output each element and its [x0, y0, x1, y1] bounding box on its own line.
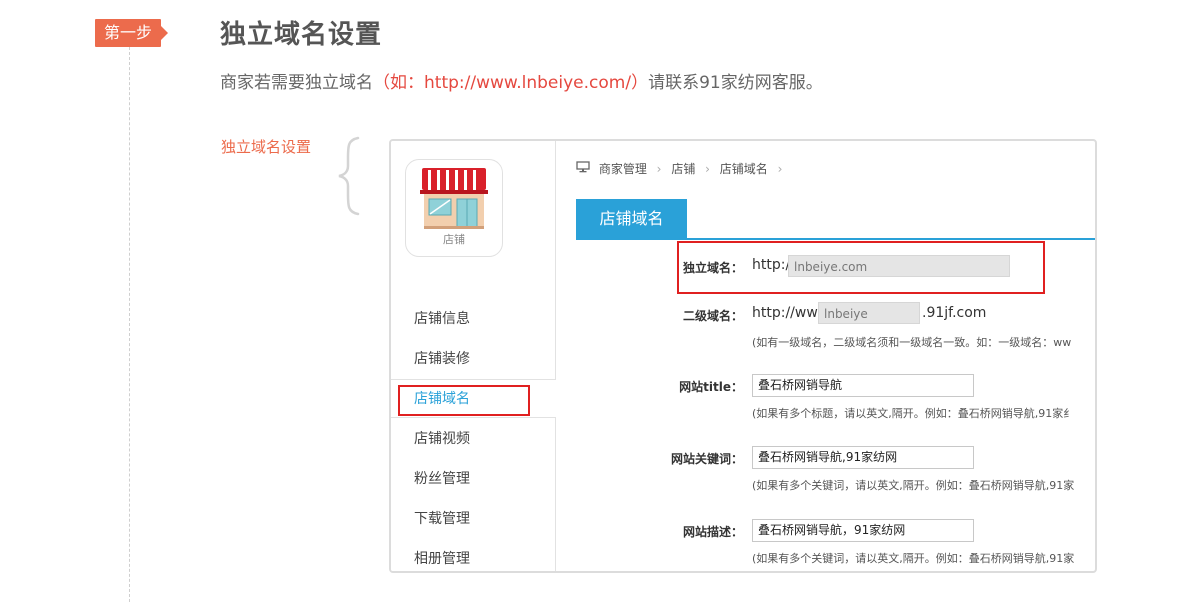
- shop-tile-label: 店铺: [443, 233, 465, 246]
- description-hint: (如果有多个关键词，请以英文,隔开。例如：叠石桥网销导航,91家: [752, 552, 1075, 565]
- sidebar-item-shop-video[interactable]: 店铺视频: [391, 420, 555, 459]
- subdomain-input[interactable]: lnbeiye: [818, 302, 920, 324]
- subdomain-suffix: .91jf.com: [922, 305, 987, 321]
- subdomain-hint: (如有一级域名，二级域名须和一级域名一致。如：一级域名：ww: [752, 336, 1072, 349]
- step-desc-after: 请联系91家纺网客服。: [648, 73, 823, 93]
- breadcrumb: 商家管理 › 店铺 › 店铺域名 ›: [576, 160, 788, 177]
- sidebar-item-shop-decoration[interactable]: 店铺装修: [391, 340, 555, 379]
- step-desc-example: （如：http://www.lnbeiye.com/）: [373, 73, 649, 93]
- keywords-label: 网站关键词：: [670, 452, 743, 466]
- breadcrumb-item-merchant[interactable]: 商家管理: [599, 160, 647, 177]
- sidebar-item-albums[interactable]: 相册管理: [391, 540, 555, 571]
- sidebar-item-fans[interactable]: 粉丝管理: [391, 460, 555, 499]
- step-description: 商家若需要独立域名（如：http://www.lnbeiye.com/）请联系9…: [220, 68, 823, 93]
- monitor-icon: [576, 161, 590, 176]
- highlight-box-nav: [398, 385, 530, 416]
- breadcrumb-item-domain[interactable]: 店铺域名: [720, 160, 768, 177]
- screenshot-frame: 店铺 店铺信息 店铺装修 店铺域名 店铺视频 粉丝管理 下载管理 相册管理 商家…: [389, 139, 1097, 573]
- site-title-label: 网站title：: [679, 380, 743, 394]
- breadcrumb-separator: ›: [777, 161, 783, 176]
- side-label: 独立域名设置: [221, 138, 312, 156]
- highlight-box-domain: [677, 241, 1045, 294]
- step-desc-before: 商家若需要独立域名: [220, 73, 373, 93]
- step-title: 独立域名设置: [220, 20, 383, 50]
- curly-brace-icon: [338, 136, 360, 216]
- app-sidebar: 店铺 店铺信息 店铺装修 店铺域名 店铺视频 粉丝管理 下载管理 相册管理: [391, 141, 556, 571]
- tab-shop-domain[interactable]: 店铺域名: [576, 199, 687, 239]
- breadcrumb-separator: ›: [705, 161, 710, 176]
- app-content: 商家管理 › 店铺 › 店铺域名 › 店铺域名 独立域名： http:// ln…: [556, 141, 1095, 571]
- sidebar-item-downloads[interactable]: 下载管理: [391, 500, 555, 539]
- description-input[interactable]: 叠石桥网销导航，91家纺网: [752, 519, 974, 542]
- step-badge: 第一步: [95, 19, 168, 47]
- breadcrumb-separator: ›: [656, 161, 662, 176]
- shop-tile[interactable]: 店铺: [405, 159, 503, 257]
- description-label: 网站描述：: [682, 525, 743, 539]
- breadcrumb-item-shop[interactable]: 店铺: [671, 160, 695, 177]
- tab-underline: [576, 238, 1095, 240]
- site-title-hint: (如果有多个标题，请以英文,隔开。例如：叠石桥网销导航,91家纟: [752, 407, 1075, 420]
- site-title-input[interactable]: 叠石桥网销导航: [752, 374, 974, 397]
- sidebar-item-shop-info[interactable]: 店铺信息: [391, 300, 555, 339]
- step-timeline: [129, 47, 130, 602]
- keywords-input[interactable]: 叠石桥网销导航,91家纺网: [752, 446, 974, 469]
- subdomain-label: 二级域名：: [682, 309, 743, 323]
- keywords-hint: (如果有多个关键词，请以英文,隔开。例如：叠石桥网销导航,91家: [752, 479, 1075, 492]
